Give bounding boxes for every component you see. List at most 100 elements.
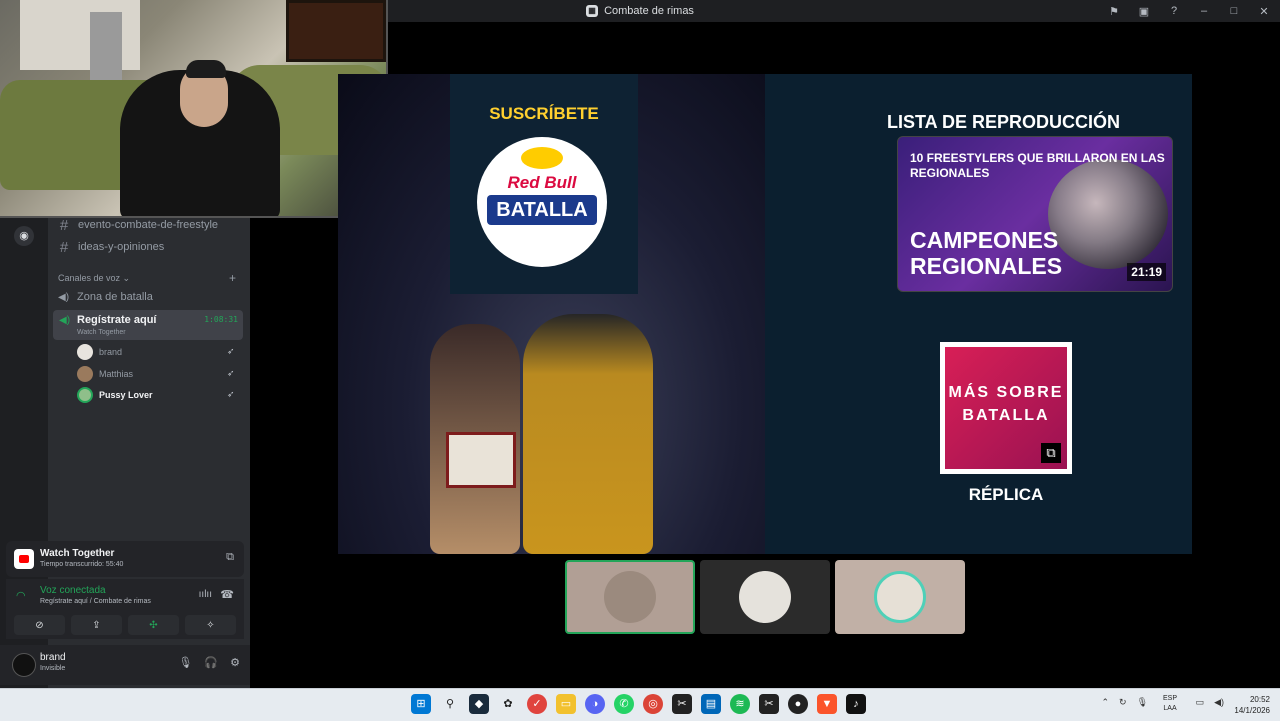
close-button[interactable]: ✕ (1256, 5, 1272, 18)
activity-label: Watch Together (77, 329, 126, 336)
obs-icon[interactable]: ● (788, 694, 808, 714)
voice-status[interactable]: Voz conectada (40, 585, 106, 596)
spotify-icon[interactable]: ≋ (730, 694, 750, 714)
channel-evento-combate[interactable]: # evento-combate-de-freestyle (58, 215, 218, 235)
speaker-icon: ◀) (59, 315, 71, 326)
avatar (739, 571, 791, 623)
language-indicator[interactable]: ESP LAA (1163, 694, 1177, 714)
video-player[interactable]: SUSCRÍBETE Red Bull BATALLA LISTA DE REP… (338, 74, 1192, 554)
add-channel-icon[interactable]: + (229, 271, 236, 285)
member-pussy-lover[interactable]: Pussy Lover (77, 386, 153, 404)
speaker-icon: ◀) (58, 291, 70, 303)
stage-scene: SUSCRÍBETE Red Bull BATALLA (338, 74, 765, 554)
participant-tile[interactable] (700, 560, 830, 634)
chevron-up-icon[interactable]: ⌃ (1101, 697, 1109, 708)
voice-channel-active[interactable]: ◀) Regístrate aquí Watch Together 1:08:3… (53, 310, 243, 340)
clock[interactable]: 20:52 14/1/2026 (1226, 694, 1270, 716)
discord-icon[interactable]: ◑ (585, 694, 605, 714)
headphones-icon[interactable]: 🎧 (204, 656, 218, 669)
activity-rocket-icon: ➶ (227, 346, 235, 356)
more-about-batalla-card[interactable]: MÁS SOBRE BATALLA ⧉ (940, 342, 1072, 474)
camera-off-button[interactable]: ⊘ (14, 615, 65, 635)
user-panel: brand Invisible 🎙 🎧 ⚙ (0, 645, 250, 685)
voice-connection-panel: ◠ Voz conectada Regístrate aquí / Combat… (6, 579, 244, 639)
share-screen-button[interactable]: ⇪ (71, 615, 122, 635)
avatar (77, 344, 93, 360)
mic-tray-icon[interactable]: 🎙 (1137, 697, 1148, 708)
capcut-icon[interactable]: ✂ (759, 694, 779, 714)
replica-label: RÉPLICA (968, 485, 1044, 504)
participant-tile[interactable] (835, 560, 965, 634)
member-matthias[interactable]: Matthias (77, 365, 133, 383)
inbox-icon[interactable]: ▣ (1136, 5, 1152, 18)
taskbar: ⊞ ⚲ ◆ ✿ ✓ ▭ ◑ ✆ ◎ ✂ ▤ ≋ ✂ ● ▼ ♪ ⌃ ↻ 🎙 ES… (0, 688, 1280, 721)
voice-channel-path[interactable]: Regístrate aquí / Combate de rimas (40, 598, 151, 605)
search-icon[interactable]: ⚲ (440, 694, 460, 714)
avatar (604, 571, 656, 623)
end-screen: LISTA DE REPRODUCCIÓN 10 FREESTYLERS QUE… (765, 74, 1192, 554)
channel-ideas[interactable]: # ideas-y-opiniones (58, 237, 164, 257)
capcut-icon[interactable]: ✂ (672, 694, 692, 714)
store-icon[interactable]: ▤ (701, 694, 721, 714)
member-name: brand (99, 347, 123, 357)
signal-icon[interactable]: ◠ (16, 589, 26, 602)
minimize-button[interactable]: – (1196, 5, 1212, 17)
avatar[interactable] (12, 653, 36, 677)
flag-icon[interactable]: ⚑ (1106, 5, 1122, 18)
activity-title: Watch Together (40, 548, 115, 559)
file-explorer-icon[interactable]: ▭ (556, 694, 576, 714)
member-name: Matthias (99, 369, 134, 379)
youtube-icon (14, 549, 34, 569)
activity-rocket-icon: ➶ (227, 368, 235, 378)
playlist-label: LISTA DE REPRODUCCIÓN (887, 112, 1121, 132)
noise-suppression-icon[interactable]: ıılıı (199, 589, 212, 600)
soundboard-button[interactable]: ✧ (185, 615, 236, 635)
subscribe-label: SUSCRÍBETE (489, 104, 599, 123)
app-icon[interactable]: ◆ (469, 694, 489, 714)
activity-rocket-icon: ➶ (227, 389, 235, 399)
chatgpt-icon[interactable]: ✿ (498, 694, 518, 714)
hash-icon: # (59, 238, 69, 256)
discover-icon[interactable]: ◉ (14, 226, 34, 246)
window-title: Combate de rimas (604, 5, 694, 17)
app-logo-icon: ▦ (586, 5, 599, 17)
user-status: Invisible (40, 665, 66, 672)
sync-icon[interactable]: ↻ (1119, 697, 1127, 708)
channel-label: ideas-y-opiniones (78, 241, 165, 253)
maximize-button[interactable]: □ (1226, 5, 1242, 17)
voice-category[interactable]: Canales de voz ⌄ (58, 273, 130, 284)
popout-icon[interactable]: ⧉ (226, 551, 234, 564)
microphone-icon[interactable]: 🎙 (178, 656, 192, 669)
avatar (874, 571, 926, 623)
brave-icon[interactable]: ▼ (817, 694, 837, 714)
external-link-icon: ⧉ (1041, 443, 1061, 463)
chrome-icon[interactable]: ◎ (643, 694, 663, 714)
tiktok-icon[interactable]: ♪ (846, 694, 866, 714)
channel-label: Zona de batalla (77, 291, 153, 303)
member-brand[interactable]: brand (77, 343, 122, 361)
channel-label: evento-combate-de-freestyle (78, 219, 219, 231)
participant-tile[interactable] (565, 560, 695, 634)
avatar (77, 366, 93, 382)
voice-timer: 1:08:31 (204, 315, 238, 324)
duration-badge: 21:19 (1127, 263, 1166, 281)
whatsapp-icon[interactable]: ✆ (614, 694, 634, 714)
host-sign (446, 432, 516, 488)
user-name[interactable]: brand (40, 652, 66, 663)
member-name: Pussy Lover (99, 390, 153, 400)
settings-gear-icon[interactable]: ⚙ (230, 656, 240, 669)
network-sound[interactable]: ▭ ◀) (1196, 697, 1224, 708)
red-bull-batalla-logo[interactable]: Red Bull BATALLA (477, 137, 607, 267)
activity-panel[interactable]: Watch Together Tiempo transcurrido: 55:4… (6, 541, 244, 577)
help-icon[interactable]: ? (1166, 5, 1182, 17)
disconnect-icon[interactable]: ☎ (220, 588, 234, 601)
activities-button[interactable]: ✣ (128, 615, 179, 635)
todo-icon[interactable]: ✓ (527, 694, 547, 714)
start-icon[interactable]: ⊞ (411, 694, 431, 714)
voice-channel-zona[interactable]: ◀) Zona de batalla (58, 287, 153, 307)
playlist-thumbnail[interactable]: 10 FREESTYLERS QUE BRILLARON EN LAS REGI… (897, 136, 1173, 292)
channel-label: Regístrate aquí (77, 314, 157, 326)
mc-figure (523, 314, 653, 554)
volume-icon: ◀) (1214, 697, 1224, 707)
activity-elapsed: Tiempo transcurrido: 55:40 (40, 561, 124, 568)
